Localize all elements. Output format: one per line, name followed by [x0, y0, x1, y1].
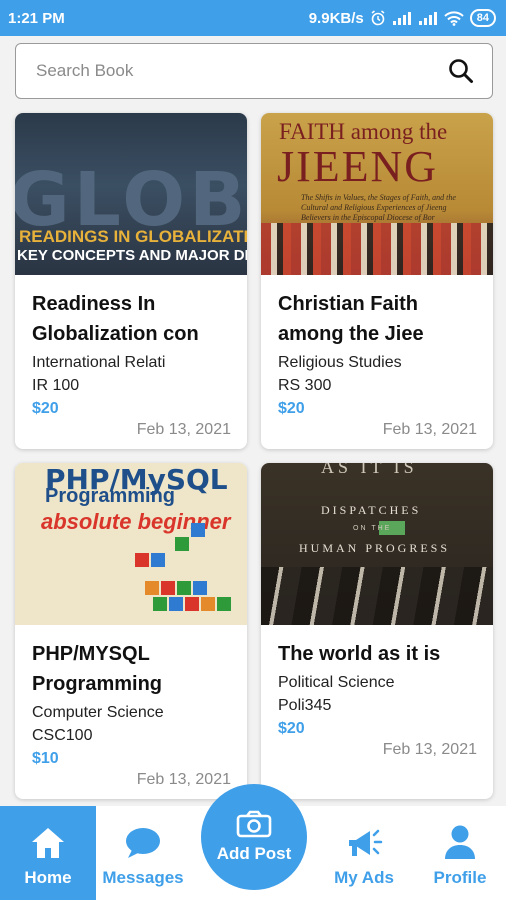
wifi-icon [444, 10, 464, 26]
book-course-code: Poli345 [278, 697, 332, 714]
status-bar: 1:21 PM 9.9KB/s 84 [0, 0, 506, 36]
book-title-line: Globalization con [32, 323, 199, 345]
search-input[interactable] [36, 61, 446, 81]
book-title-line: Readiness In [32, 293, 156, 315]
search-icon[interactable] [446, 56, 476, 86]
post-date: Feb 13, 2021 [136, 421, 231, 438]
book-title-line: The world as it is [278, 643, 441, 665]
cover-text: KEY CONCEPTS AND MAJOR DEBATES [17, 247, 247, 264]
nav-home-label: Home [24, 868, 72, 887]
cover-text: DISPATCHES [321, 503, 422, 517]
status-indicators: 9.9KB/s 84 [309, 9, 496, 27]
cover-text: READINGS IN GLOBALIZATION [19, 227, 247, 246]
nav-home[interactable]: Home [0, 806, 96, 900]
book-title-line: among the Jiee [278, 323, 424, 345]
book-cover-image[interactable]: AS IT IS DISPATCHES ON THE HUMAN PROGRES… [261, 463, 493, 625]
cover-art [125, 523, 245, 623]
post-date: Feb 13, 2021 [382, 741, 477, 758]
book-title: PHP/MYSQL Programming [32, 639, 231, 699]
book-cover-image[interactable]: PHP/MySQL Programming absolute beginner [15, 463, 247, 625]
book-cover-image[interactable]: GLOBAL READINGS IN GLOBALIZATION KEY CON… [15, 113, 247, 275]
cover-photo [261, 223, 493, 275]
add-post-button[interactable]: Add Post [201, 784, 307, 890]
book-course-code: RS 300 [278, 377, 332, 394]
book-cover-image[interactable]: FAITH among the JIEENG The Shifts in Val… [261, 113, 493, 275]
book-category: Computer Science [32, 704, 164, 721]
book-title-line: Programming [32, 673, 163, 695]
book-price: $20 [278, 400, 305, 417]
book-title: The world as it is [278, 639, 477, 669]
book-price: $20 [32, 400, 59, 417]
book-title: Readiness In Globalization con [32, 289, 231, 349]
cover-text: AS IT IS [321, 463, 418, 477]
person-icon [443, 824, 477, 860]
book-title-line: Christian Faith [278, 293, 419, 315]
book-category: Political Science [278, 674, 395, 691]
book-title-line: PHP/MYSQL [32, 643, 150, 665]
book-card[interactable]: FAITH among the JIEENG The Shifts in Val… [261, 113, 493, 449]
nav-profile[interactable]: Profile [414, 806, 506, 900]
alarm-icon [370, 10, 386, 26]
book-course-code: CSC100 [32, 727, 93, 744]
book-category: International Relati [32, 354, 166, 371]
book-course-code: IR 100 [32, 377, 80, 394]
signal-icon [392, 11, 412, 25]
nav-my-ads[interactable]: My Ads [318, 806, 410, 900]
book-price: $10 [32, 750, 59, 767]
book-card[interactable]: GLOBAL READINGS IN GLOBALIZATION KEY CON… [15, 113, 247, 449]
book-category: Religious Studies [278, 354, 402, 371]
nav-messages-label: Messages [102, 868, 184, 887]
cover-text: JIEENG [277, 142, 439, 191]
post-date: Feb 13, 2021 [382, 421, 477, 438]
book-price: $20 [278, 720, 305, 737]
cover-text: The Shifts in Values, the Stages of Fait… [301, 193, 456, 222]
network-speed: 9.9KB/s [308, 9, 364, 27]
book-card[interactable]: PHP/MySQL Programming absolute beginner … [15, 463, 247, 799]
cover-text: ON THE [353, 525, 392, 532]
cover-text: Programming [45, 485, 176, 507]
chat-bubble-icon [124, 826, 162, 860]
post-date: Feb 13, 2021 [136, 771, 231, 788]
book-title: Christian Faith among the Jiee [278, 289, 477, 349]
add-post-label: Add Post [216, 844, 292, 863]
signal-icon [418, 11, 438, 25]
book-card[interactable]: AS IT IS DISPATCHES ON THE HUMAN PROGRES… [261, 463, 493, 799]
nav-my-ads-label: My Ads [334, 868, 394, 887]
camera-icon [236, 810, 272, 838]
nav-profile-label: Profile [433, 868, 487, 887]
battery-icon: 84 [469, 9, 496, 27]
megaphone-icon [345, 826, 383, 860]
nav-messages[interactable]: Messages [96, 806, 190, 900]
status-time: 1:21 PM [8, 9, 65, 27]
cover-photo [261, 567, 493, 625]
search-bar[interactable] [15, 43, 493, 99]
home-icon [30, 826, 66, 860]
cover-text: HUMAN PROGRESS [299, 541, 451, 555]
